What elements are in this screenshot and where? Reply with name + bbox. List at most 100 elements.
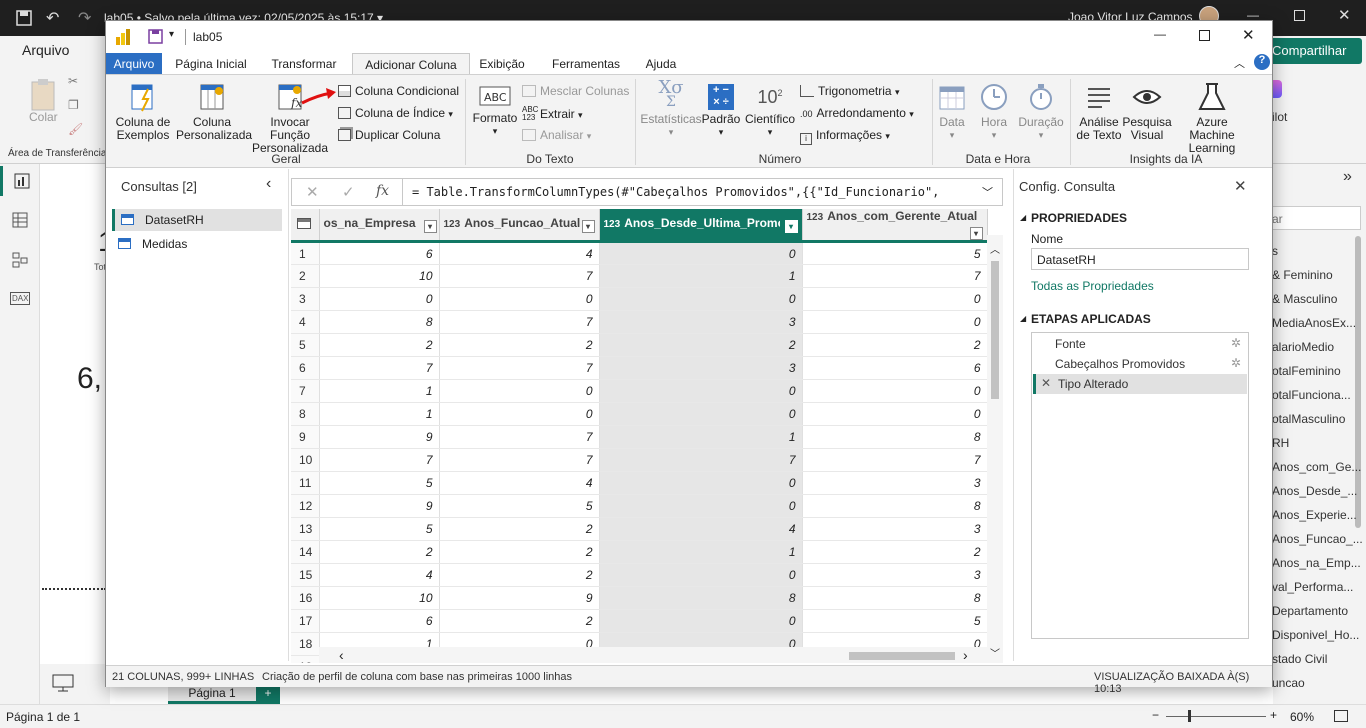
table-cell[interactable]: 8 xyxy=(319,310,440,334)
share-button[interactable]: Compartilhar xyxy=(1266,38,1362,64)
table-cell[interactable]: 1 xyxy=(599,425,803,449)
scroll-down-icon[interactable]: ﹀ xyxy=(990,645,1000,660)
formula-input[interactable]: = Table.TransformColumnTypes(#"Cabeçalho… xyxy=(412,185,962,199)
table-row[interactable]: 15 4 2 0 3 xyxy=(291,563,988,587)
data-button[interactable]: Data ▾ xyxy=(934,81,970,142)
cancel-formula-icon[interactable]: ✕ xyxy=(306,183,319,201)
save-icon[interactable] xyxy=(16,10,32,26)
table-cell[interactable]: 3 xyxy=(599,310,803,334)
table-cell[interactable]: 2 xyxy=(439,609,600,633)
table-cell[interactable]: 2 xyxy=(439,333,600,357)
select-all-table-icon[interactable] xyxy=(291,209,320,243)
table-cell[interactable]: 7 xyxy=(319,356,440,380)
table-cell[interactable]: 5 xyxy=(439,494,600,518)
filter-dropdown-icon[interactable]: ▾ xyxy=(969,227,983,239)
row-number[interactable]: 6 xyxy=(291,356,320,380)
table-cell[interactable]: 9 xyxy=(319,494,440,518)
table-cell[interactable]: 0 xyxy=(599,471,803,495)
table-cell[interactable]: 8 xyxy=(802,494,988,518)
fx-icon[interactable]: fx xyxy=(376,183,389,199)
collapse-queries-icon[interactable]: ‹ xyxy=(266,175,271,193)
analisar-button[interactable]: Analisar ▾ xyxy=(522,128,591,142)
model-view-icon[interactable] xyxy=(12,252,28,268)
table-row[interactable]: 71000 xyxy=(291,379,988,403)
table-row[interactable]: 10 7 7 7 7 xyxy=(291,448,988,472)
copy-icon[interactable]: ❐ xyxy=(68,98,79,112)
column-header[interactable]: os_na_Empresa ▾ xyxy=(319,209,440,243)
row-number[interactable]: 3 xyxy=(291,287,320,311)
field-item[interactable]: otalMasculino xyxy=(1272,412,1345,426)
horizontal-scroll-thumb[interactable] xyxy=(849,652,955,660)
table-cell[interactable]: 6 xyxy=(802,356,988,380)
collapse-propriedades-icon[interactable]: ◢ xyxy=(1020,213,1026,222)
table-cell[interactable]: 3 xyxy=(599,356,803,380)
tab-ajuda[interactable]: Ajuda xyxy=(636,53,686,75)
mesclar-colunas-button[interactable]: Mesclar Colunas xyxy=(522,84,629,98)
table-cell[interactable]: 8 xyxy=(802,425,988,449)
table-cell[interactable]: 5 xyxy=(802,609,988,633)
field-item[interactable]: & Masculino xyxy=(1272,292,1337,306)
table-cell[interactable]: 0 xyxy=(599,379,803,403)
table-row[interactable]: 81000 xyxy=(291,402,988,426)
row-number[interactable]: 10 xyxy=(291,448,320,472)
table-cell[interactable]: 0 xyxy=(599,563,803,587)
column-header-selected[interactable]: 123Anos_Desde_Ultima_Promoc... ▾ xyxy=(599,209,803,243)
step-fonte[interactable]: Fonte ✲ xyxy=(1033,334,1247,354)
query-name-input[interactable]: DatasetRH xyxy=(1031,248,1249,270)
pq-save-icon[interactable] xyxy=(148,29,163,44)
arredondamento-button[interactable]: .00 Arredondamento ▾ xyxy=(800,106,914,120)
query-item-datasetrh[interactable]: DatasetRH xyxy=(112,209,282,231)
horizontal-scrollbar[interactable]: ‹ › xyxy=(319,647,987,663)
coluna-exemplos-button[interactable]: Coluna de Exemplos xyxy=(112,81,174,142)
field-item[interactable]: uncao xyxy=(1272,676,1305,690)
status-profiling[interactable]: Criação de perfil de coluna com base nas… xyxy=(262,671,572,683)
table-cell[interactable]: 7 xyxy=(439,356,600,380)
row-number[interactable]: 18 xyxy=(291,632,320,656)
table-cell[interactable]: 5 xyxy=(802,241,988,265)
coluna-personalizada-button[interactable]: Coluna Personalizada xyxy=(176,81,252,142)
paste-icon[interactable] xyxy=(28,78,60,112)
field-item[interactable]: RH xyxy=(1272,436,1289,450)
table-cell[interactable]: 2 xyxy=(319,333,440,357)
table-cell[interactable]: 0 xyxy=(599,494,803,518)
table-cell[interactable]: 0 xyxy=(439,287,600,311)
tab-transformar[interactable]: Transformar xyxy=(262,53,346,75)
zoom-out-icon[interactable]: − xyxy=(1152,708,1159,722)
table-cell[interactable]: 0 xyxy=(599,609,803,633)
hora-button[interactable]: Hora ▾ xyxy=(976,81,1012,142)
type-icon[interactable]: 123 xyxy=(444,219,461,230)
table-cell[interactable]: 5 xyxy=(319,517,440,541)
todas-propriedades-link[interactable]: Todas as Propriedades xyxy=(1031,279,1154,293)
table-cell[interactable]: 2 xyxy=(802,540,988,564)
field-item[interactable]: otalFunciona... xyxy=(1272,388,1351,402)
gear-icon[interactable]: ✲ xyxy=(1231,356,1241,370)
table-cell[interactable]: 2 xyxy=(439,563,600,587)
vertical-scroll-thumb[interactable] xyxy=(991,261,999,399)
cientifico-button[interactable]: 102 Científico ▾ xyxy=(742,81,798,139)
copilot-label[interactable]: ilot xyxy=(1272,110,1287,124)
table-cell[interactable]: 3 xyxy=(802,563,988,587)
table-view-icon[interactable] xyxy=(12,212,28,228)
quick-access-dropdown-icon[interactable]: ▾ xyxy=(169,29,174,40)
zoom-slider[interactable] xyxy=(1166,710,1266,722)
table-cell[interactable]: 7 xyxy=(319,448,440,472)
undo-icon[interactable]: ↶ xyxy=(46,8,59,28)
field-item[interactable]: alarioMedio xyxy=(1272,340,1334,354)
table-row[interactable]: 14 2 2 1 2 xyxy=(291,540,988,564)
collapse-etapas-icon[interactable]: ◢ xyxy=(1020,314,1026,323)
table-cell[interactable]: 7 xyxy=(802,448,988,472)
row-number[interactable]: 17 xyxy=(291,609,320,633)
field-item[interactable]: Anos_com_Ge... xyxy=(1272,460,1361,474)
table-cell[interactable]: 7 xyxy=(599,448,803,472)
expand-pane-icon[interactable]: » xyxy=(1343,168,1352,186)
scroll-up-icon[interactable]: ︿ xyxy=(990,241,1000,256)
gear-icon[interactable]: ✲ xyxy=(1231,336,1241,350)
row-number[interactable]: 7 xyxy=(291,379,320,403)
fields-search-input[interactable]: ar xyxy=(1271,206,1361,230)
pq-minimize-icon[interactable]: — xyxy=(1154,27,1166,41)
pesquisa-visual-button[interactable]: Pesquisa Visual xyxy=(1122,81,1172,142)
table-cell[interactable]: 0 xyxy=(599,241,803,265)
table-row[interactable]: 11 5 4 0 3 xyxy=(291,471,988,495)
table-cell[interactable]: 3 xyxy=(802,471,988,495)
table-row[interactable]: 67736 xyxy=(291,356,988,380)
